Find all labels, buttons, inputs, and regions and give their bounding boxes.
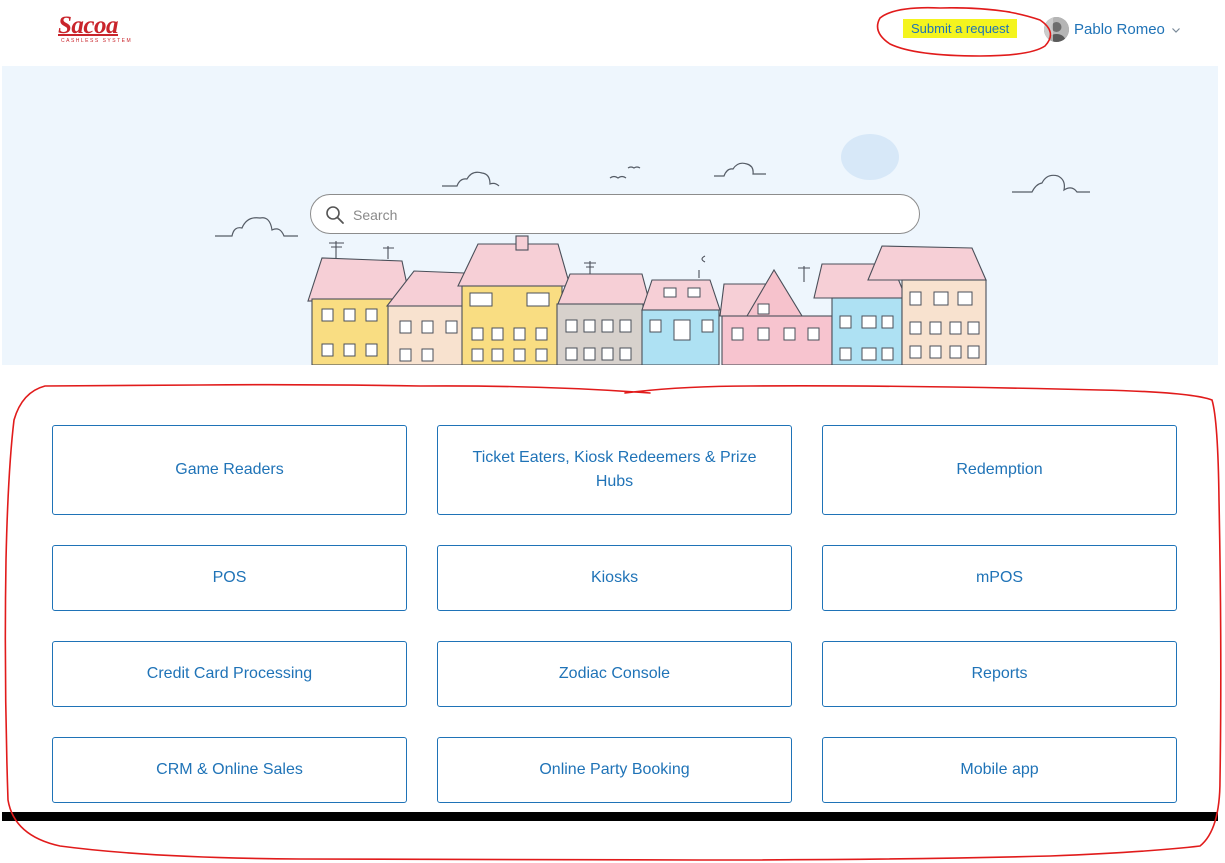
category-card-label: Ticket Eaters, Kiosk Redeemers & Prize H… bbox=[472, 449, 757, 490]
chevron-down-icon bbox=[1171, 27, 1180, 33]
bottom-divider-bar bbox=[2, 812, 1218, 821]
submit-request-wrap: Submit a request bbox=[903, 19, 1018, 38]
category-card-label: Mobile app bbox=[960, 761, 1039, 778]
search-icon bbox=[326, 206, 344, 224]
category-card[interactable]: Reports bbox=[822, 641, 1177, 707]
category-card[interactable]: Ticket Eaters, Kiosk Redeemers & Prize H… bbox=[437, 425, 792, 515]
category-card-label: Redemption bbox=[956, 461, 1043, 478]
category-card[interactable]: mPOS bbox=[822, 545, 1177, 611]
category-card-label: Reports bbox=[971, 665, 1028, 682]
category-card[interactable]: Mobile app bbox=[822, 737, 1177, 803]
logo-tagline: CASHLESS SYSTEM bbox=[61, 38, 133, 44]
logo-wordmark: Sacoa bbox=[58, 12, 119, 39]
site-header: Sacoa CASHLESS SYSTEM Submit a request P… bbox=[0, 0, 1225, 62]
search-input[interactable] bbox=[351, 201, 895, 229]
category-card[interactable]: CRM & Online Sales bbox=[52, 737, 407, 803]
submit-request-link[interactable]: Submit a request bbox=[903, 19, 1018, 38]
category-card-label: Game Readers bbox=[175, 461, 284, 478]
category-card[interactable]: POS bbox=[52, 545, 407, 611]
avatar-icon bbox=[1044, 17, 1069, 42]
category-card[interactable]: Redemption bbox=[822, 425, 1177, 515]
category-card[interactable]: Zodiac Console bbox=[437, 641, 792, 707]
category-card[interactable]: Credit Card Processing bbox=[52, 641, 407, 707]
category-card[interactable]: Online Party Booking bbox=[437, 737, 792, 803]
avatar bbox=[1044, 17, 1069, 42]
brand-logo[interactable]: Sacoa CASHLESS SYSTEM bbox=[58, 12, 138, 46]
user-menu[interactable]: Pablo Romeo bbox=[1044, 17, 1181, 42]
category-card[interactable]: Kiosks bbox=[437, 545, 792, 611]
category-card-label: CRM & Online Sales bbox=[156, 761, 303, 778]
user-name: Pablo Romeo bbox=[1074, 21, 1165, 38]
search-box bbox=[310, 194, 920, 234]
category-card-label: POS bbox=[212, 569, 247, 586]
category-card-label: Kiosks bbox=[590, 569, 639, 586]
category-card[interactable]: Game Readers bbox=[52, 425, 407, 515]
category-card-label: Online Party Booking bbox=[539, 761, 690, 778]
hero-banner bbox=[2, 66, 1218, 365]
category-card-label: Credit Card Processing bbox=[146, 665, 313, 682]
category-card-label: mPOS bbox=[975, 569, 1024, 586]
category-card-label: Zodiac Console bbox=[558, 665, 671, 682]
